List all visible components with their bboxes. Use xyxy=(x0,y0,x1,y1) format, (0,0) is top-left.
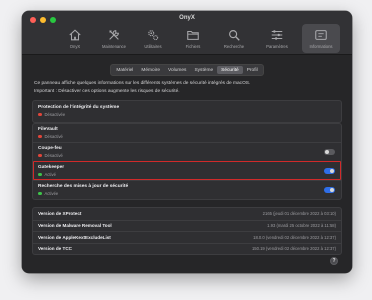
status-dot xyxy=(38,191,42,196)
toolbar-label: Fichiers xyxy=(185,44,201,49)
tab-materiel[interactable]: Matériel xyxy=(112,66,137,74)
firewall-row: Coupe-feu Désactivé xyxy=(33,142,341,161)
tab-profil[interactable]: Profil xyxy=(243,66,262,74)
sip-title: Protection de l'intégrité du système xyxy=(38,105,120,110)
status-dot xyxy=(38,134,42,139)
toolbar-recherche[interactable]: Recherche xyxy=(215,24,253,53)
version-key: Version de XProtect xyxy=(38,211,82,217)
toolbar-label: Informations xyxy=(309,44,333,49)
version-row: Version de TCC 150.19 (vendredi 02 décem… xyxy=(33,242,341,255)
version-value: 1.93 (mardi 25 octobre 2022 à 11:58) xyxy=(267,223,336,229)
tab-securite[interactable]: Sécurité xyxy=(217,66,243,74)
firewall-toggle[interactable] xyxy=(324,149,335,155)
folder-icon xyxy=(186,28,200,42)
tab-bar: Matériel Mémoire Volumes Système Sécurit… xyxy=(110,64,264,76)
firewall-status: Désactivé xyxy=(38,153,336,158)
filevault-status-text: Désactivé xyxy=(44,134,63,139)
gatekeeper-toggle[interactable] xyxy=(324,168,335,174)
updates-status-text: Activée xyxy=(44,191,59,196)
version-value: 150.19 (vendredi 02 décembre 2022 à 12:3… xyxy=(251,246,336,252)
filevault-row: FileVault Désactivé xyxy=(33,124,341,142)
intro-line: Ce panneau affiche quelques informations… xyxy=(34,81,251,86)
version-value: 2165 (jeudi 01 décembre 2022 à 03:10) xyxy=(262,211,336,217)
intro-warning: Important : Désactiver ces options augme… xyxy=(34,88,180,94)
sip-row: Protection de l'intégrité du système Dés… xyxy=(33,101,341,122)
toolbar-fichiers[interactable]: Fichiers xyxy=(174,24,212,53)
version-key: Version de TCC xyxy=(38,246,72,252)
gatekeeper-status-text: Activé xyxy=(44,172,56,177)
content-area: Matériel Mémoire Volumes Système Sécurit… xyxy=(22,56,352,273)
gatekeeper-row: Gatekeeper Activé xyxy=(33,161,341,180)
updates-status: Activée xyxy=(38,191,336,196)
sip-status-text: Désactivée xyxy=(44,112,66,117)
magnifier-icon xyxy=(227,28,241,42)
version-row: Version de AppleKextExcludeList 18.0.0 (… xyxy=(33,231,341,243)
toolbar-onyx[interactable]: OnyX xyxy=(56,24,94,53)
status-dot xyxy=(38,172,42,177)
tab-volumes[interactable]: Volumes xyxy=(164,66,190,74)
toolbar-informations[interactable]: Informations xyxy=(302,24,340,53)
version-key: Version de AppleKextExcludeList xyxy=(38,234,111,240)
toolbar-label: Utilitaires xyxy=(144,44,162,49)
version-row: Version de Malware Removal Tool 1.93 (ma… xyxy=(33,219,341,232)
sliders-icon xyxy=(270,28,284,42)
status-dot xyxy=(38,112,42,117)
toolbar-utilitaires[interactable]: Utilitaires xyxy=(134,24,172,53)
toolbar: OnyX Maintenance Utilitaires Fichiers Re… xyxy=(22,24,352,54)
gatekeeper-title: Gatekeeper xyxy=(38,165,65,170)
tools-icon xyxy=(107,28,121,42)
toolbar-label: Paramètres xyxy=(266,44,288,49)
firewall-status-text: Désactivé xyxy=(44,153,63,158)
firewall-title: Coupe-feu xyxy=(38,146,62,151)
sip-status: Désactivée xyxy=(38,112,336,117)
filevault-title: FileVault xyxy=(38,127,58,132)
security-panel: FileVault Désactivé Coupe-feu Désactivé … xyxy=(32,123,342,200)
toolbar-maintenance[interactable]: Maintenance xyxy=(95,24,133,53)
updates-toggle[interactable] xyxy=(324,187,335,193)
intro-text: Ce panneau affiche quelques informations… xyxy=(34,80,334,95)
gears-icon xyxy=(146,28,160,42)
info-icon xyxy=(314,28,328,42)
version-value: 18.0.0 (vendredi 02 décembre 2022 à 12:3… xyxy=(253,234,336,240)
updates-title: Recherche des mises à jour de sécurité xyxy=(38,184,129,189)
help-button[interactable]: ? xyxy=(330,257,338,265)
tab-memoire[interactable]: Mémoire xyxy=(137,66,164,74)
toolbar-label: Maintenance xyxy=(102,44,126,49)
gatekeeper-status: Activé xyxy=(38,172,336,177)
versions-panel: Version de XProtect 2165 (jeudi 01 décem… xyxy=(32,207,342,255)
toolbar-label: OnyX xyxy=(69,44,81,49)
version-key: Version de Malware Removal Tool xyxy=(38,223,112,229)
segmented-tabs: Matériel Mémoire Volumes Système Sécurit… xyxy=(22,64,352,76)
onyx-window: OnyX OnyX Maintenance Utilitaires Fichie… xyxy=(22,11,352,273)
house-icon xyxy=(68,28,82,42)
version-row: Version de XProtect 2165 (jeudi 01 décem… xyxy=(33,208,341,220)
toolbar-parametres[interactable]: Paramètres xyxy=(258,24,296,53)
filevault-status: Désactivé xyxy=(38,134,336,139)
title-bar: OnyX OnyX Maintenance Utilitaires Fichie… xyxy=(22,11,352,55)
status-dot xyxy=(38,153,42,158)
sip-panel: Protection de l'intégrité du système Dés… xyxy=(32,100,342,123)
updates-row: Recherche des mises à jour de sécurité A… xyxy=(33,180,341,199)
window-title: OnyX xyxy=(179,15,195,21)
tab-systeme[interactable]: Système xyxy=(190,66,217,74)
toolbar-label: Recherche xyxy=(223,44,245,49)
